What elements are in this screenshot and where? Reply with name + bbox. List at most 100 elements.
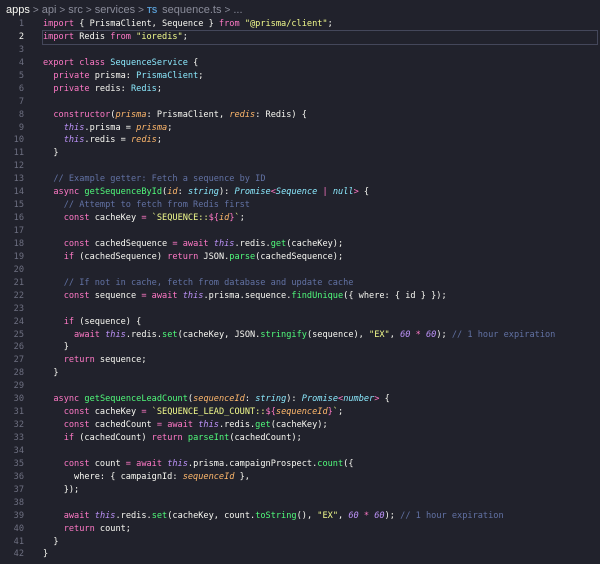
code-line[interactable]: 2 import Redis from "ioredis"; xyxy=(0,29,600,45)
code-token: sequenceId xyxy=(193,394,245,405)
code-token: .prisma = xyxy=(84,122,137,133)
code-line[interactable]: 40 return count; xyxy=(0,523,600,536)
code-text: } xyxy=(43,367,59,380)
line-number: 29 xyxy=(13,381,24,392)
code-token: string xyxy=(255,394,287,405)
code-line[interactable]: 6 private redis: Redis; xyxy=(0,83,600,96)
code-text: this.redis = redis; xyxy=(43,134,162,147)
code-line[interactable]: 35 const count = await this.prisma.campa… xyxy=(0,458,600,471)
code-token: this xyxy=(63,135,85,146)
code-token: return xyxy=(167,251,199,262)
code-line[interactable]: 37 }); xyxy=(0,484,600,497)
code-token: | xyxy=(317,187,333,198)
code-line[interactable]: 22 const sequence = await this.prisma.se… xyxy=(0,290,600,303)
code-line[interactable]: 15 // Attempt to fetch from Redis first xyxy=(0,199,600,212)
code-token: .prisma.sequence. xyxy=(203,290,292,301)
code-line[interactable]: 39 await this.redis.set(cacheKey, count.… xyxy=(0,510,600,523)
breadcrumb-apps[interactable]: apps xyxy=(6,4,30,16)
breadcrumb-file[interactable]: sequence.ts xyxy=(162,4,221,16)
code-token: ${ xyxy=(265,407,276,418)
breadcrumb-services[interactable]: services xyxy=(95,4,135,16)
chevron-right-icon: > xyxy=(32,4,39,16)
code-token: sequence; xyxy=(94,355,147,366)
code-line[interactable]: 1 import { PrismaClient, Sequence } from … xyxy=(0,18,600,31)
code-line[interactable]: 3 xyxy=(0,44,600,57)
code-line[interactable]: 26 } xyxy=(0,341,600,354)
code-token: cachedSequence xyxy=(89,238,173,249)
code-line[interactable]: 38 xyxy=(0,497,600,510)
code-token: ; xyxy=(198,70,204,81)
code-line[interactable]: 31 const cacheKey = `SEQUENCE_LEAD_COUNT… xyxy=(0,406,600,419)
code-line[interactable]: 20 xyxy=(0,264,600,277)
code-line[interactable]: 13 // Example getter: Fetch a sequence b… xyxy=(0,173,600,186)
code-line[interactable]: 19 if (cachedSequence) return JSON.parse… xyxy=(0,251,600,264)
code-token: 60 xyxy=(425,329,437,340)
code-line[interactable]: 5 private prisma: PrismaClient; xyxy=(0,70,600,83)
code-line[interactable]: 42} xyxy=(0,548,600,561)
code-token: .prisma.campaignProspect. xyxy=(187,458,318,469)
code-line[interactable]: 34 xyxy=(0,445,600,458)
code-line[interactable]: 29 xyxy=(0,380,600,393)
code-token: "ioredis" xyxy=(136,31,183,42)
code-token: , xyxy=(338,510,349,521)
code-token: ; xyxy=(182,31,188,42)
line-number: 38 xyxy=(13,497,24,508)
code-token: count xyxy=(317,458,344,469)
code-line[interactable]: 33 if (cachedCount) return parseInt(cach… xyxy=(0,432,600,445)
code-line[interactable]: 24 if (sequence) { xyxy=(0,316,600,329)
code-line[interactable]: 18 const cachedSequence = await this.red… xyxy=(0,238,600,251)
code-token: prisma xyxy=(115,109,147,120)
code-line[interactable]: 41 } xyxy=(0,536,600,549)
code-text: } xyxy=(43,147,59,160)
code-token: ; xyxy=(167,122,173,133)
code-text: import Redis from "ioredis"; xyxy=(42,29,598,45)
code-text: return count; xyxy=(43,523,131,536)
code-token: } xyxy=(43,148,59,159)
code-line[interactable]: 12 xyxy=(0,160,600,173)
code-text: } xyxy=(43,548,48,561)
code-line[interactable]: 28 } xyxy=(0,367,600,380)
code-line[interactable]: 7 xyxy=(0,96,600,109)
code-line[interactable]: 14 async getSequenceById(id: string): Pr… xyxy=(0,186,600,199)
breadcrumb-api[interactable]: api xyxy=(42,4,57,16)
line-number: 3 xyxy=(18,44,24,55)
code-line[interactable]: 36 where: { campaignId: sequenceId }, xyxy=(0,471,600,484)
code-line[interactable]: 21 // If not in cache, fetch from databa… xyxy=(0,277,600,290)
code-line[interactable]: 9 this.prisma = prisma; xyxy=(0,122,600,135)
code-line[interactable]: 8 constructor(prisma: PrismaClient, redi… xyxy=(0,109,600,122)
code-token: prisma: xyxy=(89,70,137,81)
code-token: from xyxy=(218,19,240,29)
chevron-right-icon: > xyxy=(224,4,231,16)
code-text: async getSequenceLeadCount(sequenceId: s… xyxy=(43,393,389,406)
code-line[interactable]: 17 xyxy=(0,225,600,238)
code-token: ; xyxy=(156,83,163,94)
code-line[interactable]: 10 this.redis = redis; xyxy=(0,134,600,147)
code-token: * xyxy=(358,510,375,521)
code-token: (), xyxy=(296,510,318,521)
code-line[interactable]: 32 const cachedCount = await this.redis.… xyxy=(0,419,600,432)
code-line[interactable]: 27 return sequence; xyxy=(0,354,600,367)
breadcrumb-src[interactable]: src xyxy=(68,4,83,16)
line-number: 42 xyxy=(13,549,24,560)
code-token: // Attempt to fetch from Redis first xyxy=(63,200,250,211)
code-line[interactable]: 11 } xyxy=(0,147,600,160)
code-text: where: { campaignId: sequenceId }, xyxy=(43,471,250,484)
chevron-right-icon: > xyxy=(138,4,144,16)
code-token: parseInt xyxy=(187,433,230,443)
breadcrumb-more[interactable]: ... xyxy=(233,4,242,16)
code-line[interactable]: 23 xyxy=(0,303,600,316)
code-token: } xyxy=(43,368,59,379)
code-line[interactable]: 4 export class SequenceService { xyxy=(0,57,600,70)
code-token: import xyxy=(43,19,75,29)
code-line[interactable]: 30 async getSequenceLeadCount(sequenceId… xyxy=(0,393,600,406)
code-line[interactable]: 25 await this.redis.set(cacheKey, JSON.s… xyxy=(0,329,600,342)
code-text: // Attempt to fetch from Redis first xyxy=(43,199,250,212)
code-editor[interactable]: 1 import { PrismaClient, Sequence } from … xyxy=(0,18,600,561)
code-line[interactable]: 16 const cacheKey = `SEQUENCE::${id}`; xyxy=(0,212,600,225)
code-token: this xyxy=(213,238,235,249)
